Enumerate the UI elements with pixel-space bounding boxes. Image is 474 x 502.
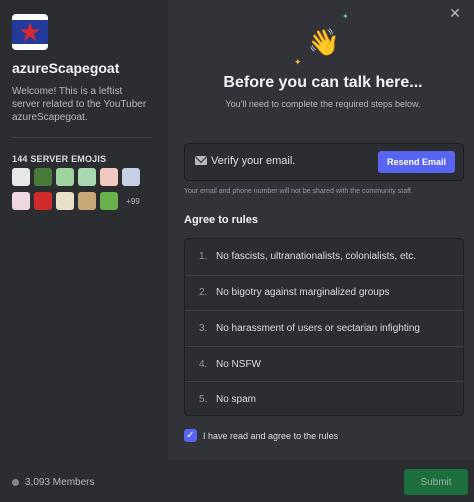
rule-number: 1. [199,251,208,263]
emoji-8[interactable] [34,192,52,210]
rule-item: 5. No spam [185,381,465,417]
emoji-11[interactable] [100,192,118,210]
mail-icon [195,156,207,165]
rule-text: No bigotry against marginalized groups [216,287,390,299]
rule-number: 3. [199,322,208,334]
sparkle-icon: ✦ [342,12,349,21]
emoji-2[interactable] [34,168,52,186]
server-icon: ★ [12,14,48,50]
waving-hand-icon: 👋 [307,27,341,57]
footer-bar: Submit [168,460,474,502]
rules-list: 1. No fascists, ultranationalists, coloni… [184,238,465,417]
rule-text: No harassment of users or sectarian infi… [216,322,420,334]
emoji-3[interactable] [56,168,74,186]
member-count-label: 3,093 Members [25,477,95,488]
emoji-4[interactable] [78,168,96,186]
emoji-grid: +99 [12,168,162,210]
member-count: 3,093 Members [12,477,94,488]
close-icon[interactable]: ✕ [448,6,462,20]
rule-number: 4. [199,358,208,370]
server-description: Welcome! This is a leftist server relate… [12,86,147,123]
emoji-1[interactable] [12,168,30,186]
privacy-note: Your email and phone number will not be … [184,188,413,195]
rule-item: 3. No harassment of users or sectarian in… [185,310,465,346]
verify-email-text: Verify your email. [211,155,296,167]
sparkle-icon: ✦ [294,57,302,67]
sidebar-divider [12,137,152,138]
page-subtitle: You'll need to complete the required ste… [225,99,421,109]
rule-item: 4. No NSFW [185,345,465,382]
verify-email-box: Verify your email. Resend Email [184,143,464,181]
rule-text: No fascists, ultranationalists, colonial… [216,251,417,263]
server-sidebar: ★ azureScapegoat Welcome! This is a left… [0,0,168,502]
submit-button[interactable]: Submit [404,469,468,495]
page-title: Before you can talk here... [223,74,423,91]
agree-row[interactable]: ✓ I have read and agree to the rules [184,429,338,442]
check-icon: ✓ [186,430,195,441]
emoji-9[interactable] [56,192,74,210]
resend-email-button[interactable]: Resend Email [378,151,455,173]
member-status-dot [12,479,19,486]
emoji-7[interactable] [12,192,30,210]
rule-number: 5. [199,394,208,406]
emoji-6[interactable] [122,168,140,186]
agree-label[interactable]: I have read and agree to the rules [203,431,338,441]
emoji-count-heading: 144 SERVER EMOJIS [12,154,107,164]
emoji-5[interactable] [100,168,118,186]
agree-checkbox[interactable]: ✓ [184,429,197,442]
star-icon: ★ [18,17,42,47]
emoji-10[interactable] [78,192,96,210]
rule-text: No spam [216,394,257,406]
more-emojis-count: +99 [126,196,140,206]
rule-text: No NSFW [216,358,261,370]
rule-item: 2. No bigotry against marginalized groups [185,274,465,311]
rule-item: 1. No fascists, ultranationalists, coloni… [185,239,465,275]
rules-heading: Agree to rules [184,214,258,226]
server-name: azureScapegoat [12,60,120,76]
rule-number: 2. [199,287,208,299]
